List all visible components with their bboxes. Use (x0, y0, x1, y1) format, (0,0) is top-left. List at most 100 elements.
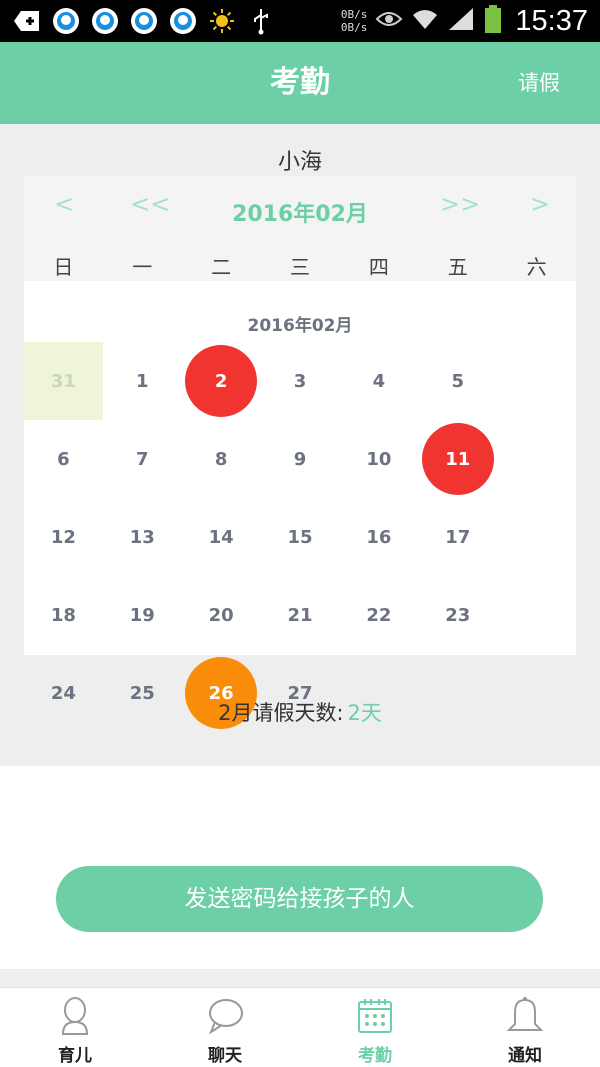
calendar-day-number: 15 (287, 526, 313, 548)
net-down-speed: 0B/s (340, 21, 368, 34)
calendar-day-number: 9 (293, 448, 307, 470)
calendar-day[interactable]: 22 (339, 576, 418, 654)
calendar-day-number: 31 (50, 370, 76, 392)
tab-label: 考勤 (358, 1046, 392, 1066)
calendar-day-number: 2 (214, 370, 228, 392)
tab-notice[interactable]: 通知 (450, 988, 600, 1067)
clock: 15:37 (515, 4, 588, 37)
calendar-day-number: 22 (366, 604, 392, 626)
tab-attendance[interactable]: 考勤 (300, 988, 450, 1067)
weekday-label: 二 (211, 255, 232, 279)
title-bar: 考勤 请假 (0, 42, 600, 124)
next-month-button[interactable]: > (530, 190, 550, 218)
weekday-label: 一 (132, 255, 153, 279)
calendar-day[interactable]: 11 (418, 420, 497, 498)
tab-chat[interactable]: 聊天 (150, 988, 300, 1067)
calendar-day-number: 20 (208, 604, 234, 626)
calendar-icon (355, 996, 395, 1036)
page-title: 考勤 (270, 65, 330, 100)
calendar-day[interactable]: 10 (339, 420, 418, 498)
wifi-icon (411, 7, 439, 35)
request-leave-button[interactable]: 请假 (518, 42, 560, 124)
battery-icon (483, 4, 503, 38)
calendar-day-number: 23 (445, 604, 471, 626)
calendar-day[interactable]: 9 (261, 420, 340, 498)
calendar-day-number: 1 (136, 370, 149, 392)
calendar-day[interactable]: 4 (339, 342, 418, 420)
calendar-day-number: 14 (208, 526, 234, 548)
net-up-speed: 0B/s (340, 8, 368, 21)
weekday-label: 四 (368, 255, 389, 279)
calendar-day-number: 3 (293, 370, 307, 392)
calendar-day-number: 21 (287, 604, 313, 626)
calendar-day[interactable]: 6 (24, 420, 103, 498)
leave-summary-value: 2天 (347, 701, 382, 725)
calendar-day-number: 18 (50, 604, 76, 626)
network-speed: 0B/s 0B/s (341, 8, 368, 34)
calendar-day[interactable]: 20 (182, 576, 261, 654)
calendar-day-number: 19 (129, 604, 155, 626)
bottom-nav: 育儿 聊天 考勤 通知 (0, 987, 600, 1067)
tab-label: 聊天 (208, 1046, 242, 1066)
calendar-day-number: 6 (57, 448, 70, 470)
calendar-day-number: 17 (445, 526, 471, 548)
tab-label: 育儿 (58, 1046, 92, 1066)
calendar-day-number: 8 (214, 448, 228, 470)
sun-icon (207, 6, 237, 36)
calendar-day[interactable]: 16 (339, 498, 418, 576)
calendar-grid: 31 1 2 3 4 5 6 7 8 9 10 11 12 13 14 15 16 17 18 19 20 21 22 23 2… (24, 342, 576, 732)
person-icon (55, 996, 95, 1036)
calendar-day-number: 7 (136, 448, 149, 470)
chat-bubble-icon (205, 996, 245, 1036)
weekday-label: 日 (53, 255, 74, 279)
month-title: 2016年02月 (232, 202, 368, 227)
bell-icon (505, 996, 545, 1036)
calendar-day[interactable]: 1 (103, 342, 182, 420)
calendar-day[interactable]: 5 (418, 342, 497, 420)
weekday-label: 六 (526, 255, 547, 279)
calendar-grid-panel: 2016年02月 31 1 2 3 4 5 6 7 8 9 10 11 12 13 14 15 16 17 18 19… (24, 281, 576, 729)
calendar-day[interactable]: 17 (418, 498, 497, 576)
weekday-label: 五 (447, 255, 468, 279)
calendar-day[interactable]: 23 (418, 576, 497, 654)
leave-summary-label: 2月请假天数: (218, 701, 344, 725)
calendar-day-number: 12 (50, 526, 76, 548)
grid-month-label: 2016年02月 (247, 316, 353, 336)
tab-label: 通知 (508, 1046, 542, 1066)
calendar-day-number: 5 (451, 370, 464, 392)
child-name: 小海 (277, 150, 322, 175)
calendar-day[interactable]: 8 (182, 420, 261, 498)
qq-icon (90, 6, 120, 36)
usb-icon (246, 6, 276, 36)
weekday-row: 日一二三四五六 (24, 251, 576, 280)
qq-icon (168, 6, 198, 36)
add-icon (12, 6, 42, 36)
calendar-day[interactable]: 18 (24, 576, 103, 654)
calendar-day-prev-month[interactable]: 31 (24, 342, 103, 420)
calendar-day[interactable]: 3 (261, 342, 340, 420)
leave-summary: 2月请假天数: 2天 (0, 697, 600, 727)
eye-icon (375, 9, 403, 33)
calendar-day[interactable]: 15 (261, 498, 340, 576)
next-year-button[interactable]: >> (440, 190, 480, 218)
calendar-day-number: 10 (366, 448, 392, 470)
qq-icon (129, 6, 159, 36)
calendar-day[interactable]: 12 (24, 498, 103, 576)
qq-icon (51, 6, 81, 36)
calendar-day[interactable]: 14 (182, 498, 261, 576)
calendar-day[interactable]: 2 (182, 342, 261, 420)
signal-icon (447, 6, 475, 36)
tab-parenting[interactable]: 育儿 (0, 988, 150, 1067)
calendar-day-number: 16 (366, 526, 392, 548)
calendar-day[interactable]: 19 (103, 576, 182, 654)
send-password-button[interactable]: 发送密码给接孩子的人 (56, 866, 543, 932)
calendar-day-number: 13 (129, 526, 155, 548)
calendar-day[interactable]: 7 (103, 420, 182, 498)
calendar-day-number: 4 (372, 370, 386, 392)
calendar-day[interactable]: 13 (103, 498, 182, 576)
weekday-label: 三 (290, 255, 310, 279)
calendar-day[interactable]: 21 (261, 576, 340, 654)
status-bar: 0B/s 0B/s 15:37 (0, 0, 600, 42)
calendar-header: < << 2016年02月 >> > 日一二三四五六 (24, 176, 576, 281)
calendar-day-number: 11 (445, 448, 471, 470)
